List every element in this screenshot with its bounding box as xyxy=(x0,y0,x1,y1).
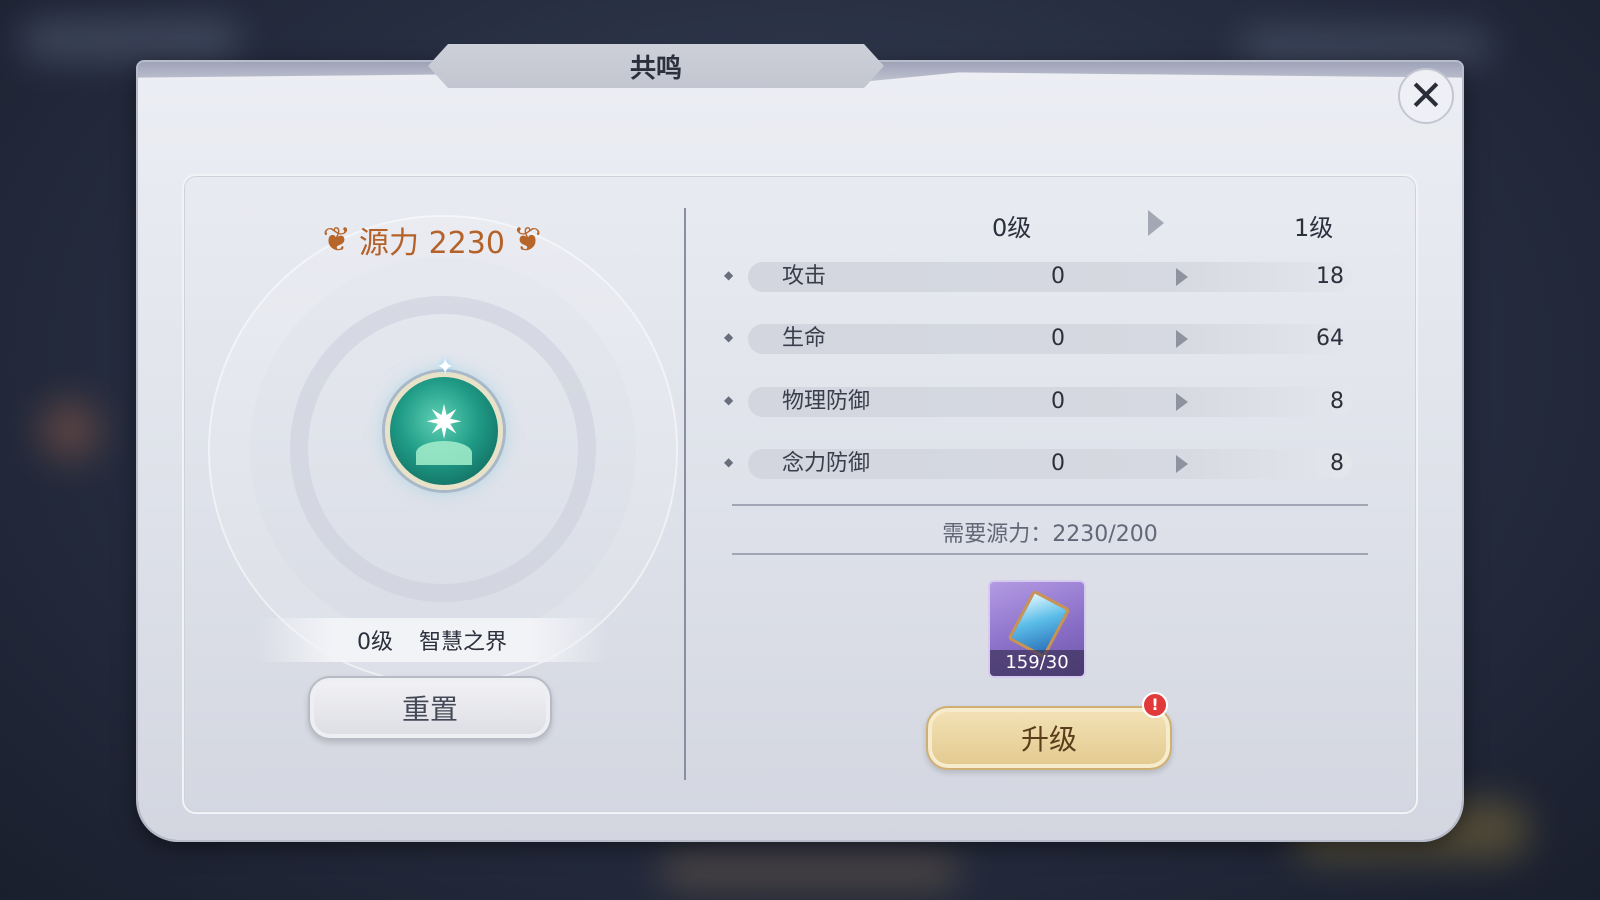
stat-name: 攻击 xyxy=(782,264,827,289)
stat-bar: 念力防御 0 8 xyxy=(748,449,1352,479)
material-count: 159/30 xyxy=(990,650,1084,676)
arrow-right-icon xyxy=(1176,393,1188,411)
realm-emblem-icon[interactable]: ✦ ✷ xyxy=(385,355,503,490)
stat-next-value: 8 xyxy=(1330,451,1344,476)
leaves-icon xyxy=(416,441,472,465)
stat-name: 生命 xyxy=(782,326,827,351)
stat-current-value: 0 xyxy=(1051,264,1065,289)
bullet-icon: ◆ xyxy=(724,330,734,344)
upgrade-button[interactable]: 升级 xyxy=(926,706,1172,770)
laurel-left-icon: ❦ xyxy=(322,220,352,260)
laurel-right-icon: ❦ xyxy=(512,220,542,260)
stat-row-attack: ◆ 攻击 0 18 xyxy=(724,262,1352,292)
arrow-right-icon xyxy=(1176,268,1188,286)
crystal-icon xyxy=(1007,589,1071,659)
alert-badge-icon: ! xyxy=(1142,692,1168,718)
bullet-icon: ◆ xyxy=(724,393,734,407)
reset-button[interactable]: 重置 xyxy=(308,676,552,740)
background-bottom-blur xyxy=(660,850,960,890)
stat-next-value: 64 xyxy=(1316,326,1344,351)
stat-current-value: 0 xyxy=(1051,389,1065,414)
stat-next-value: 8 xyxy=(1330,389,1344,414)
stat-current-value: 0 xyxy=(1051,451,1065,476)
arrow-right-icon xyxy=(1176,455,1188,473)
close-icon: ✕ xyxy=(1408,71,1444,120)
next-level-label: 1级 xyxy=(1294,214,1334,242)
sparkle-icon: ✦ xyxy=(436,355,455,380)
stat-name: 物理防御 xyxy=(782,389,871,414)
material-item-slot[interactable]: 159/30 xyxy=(988,580,1086,678)
stat-bar: 生命 0 64 xyxy=(748,324,1352,354)
dialog-title: 共鸣 xyxy=(629,53,682,84)
stat-bar: 攻击 0 18 xyxy=(748,262,1352,292)
level-arrow-icon xyxy=(1148,210,1164,236)
divider-top xyxy=(732,504,1368,506)
close-button[interactable]: ✕ xyxy=(1398,68,1454,124)
realm-name: 智慧之界 xyxy=(418,630,507,655)
stat-current-value: 0 xyxy=(1051,326,1065,351)
stat-row-hp: ◆ 生命 0 64 xyxy=(724,324,1352,354)
stat-row-physical-defense: ◆ 物理防御 0 8 xyxy=(724,387,1352,417)
stat-row-psychic-defense: ◆ 念力防御 0 8 xyxy=(724,449,1352,479)
background-nav-blur xyxy=(20,20,240,60)
background-icon-blur xyxy=(40,400,100,460)
current-level-label: 0级 xyxy=(992,214,1032,242)
divider-bottom xyxy=(732,553,1368,555)
bullet-icon: ◆ xyxy=(724,455,734,469)
realm-info-bar: 0级 智慧之界 xyxy=(256,618,608,662)
source-power-value: 源力 2230 xyxy=(359,226,505,261)
bullet-icon: ◆ xyxy=(724,268,734,282)
arrow-right-icon xyxy=(1176,330,1188,348)
stat-next-value: 18 xyxy=(1316,264,1344,289)
column-divider xyxy=(684,208,686,780)
stat-name: 念力防御 xyxy=(782,451,871,476)
stat-bar: 物理防御 0 8 xyxy=(748,387,1352,417)
source-power-header: ❦ 源力 2230 ❦ xyxy=(310,215,554,265)
required-source-power: 需要源力：2230/200 xyxy=(942,522,1158,547)
realm-level: 0级 xyxy=(356,630,393,655)
background-resource-blur xyxy=(1240,30,1490,64)
